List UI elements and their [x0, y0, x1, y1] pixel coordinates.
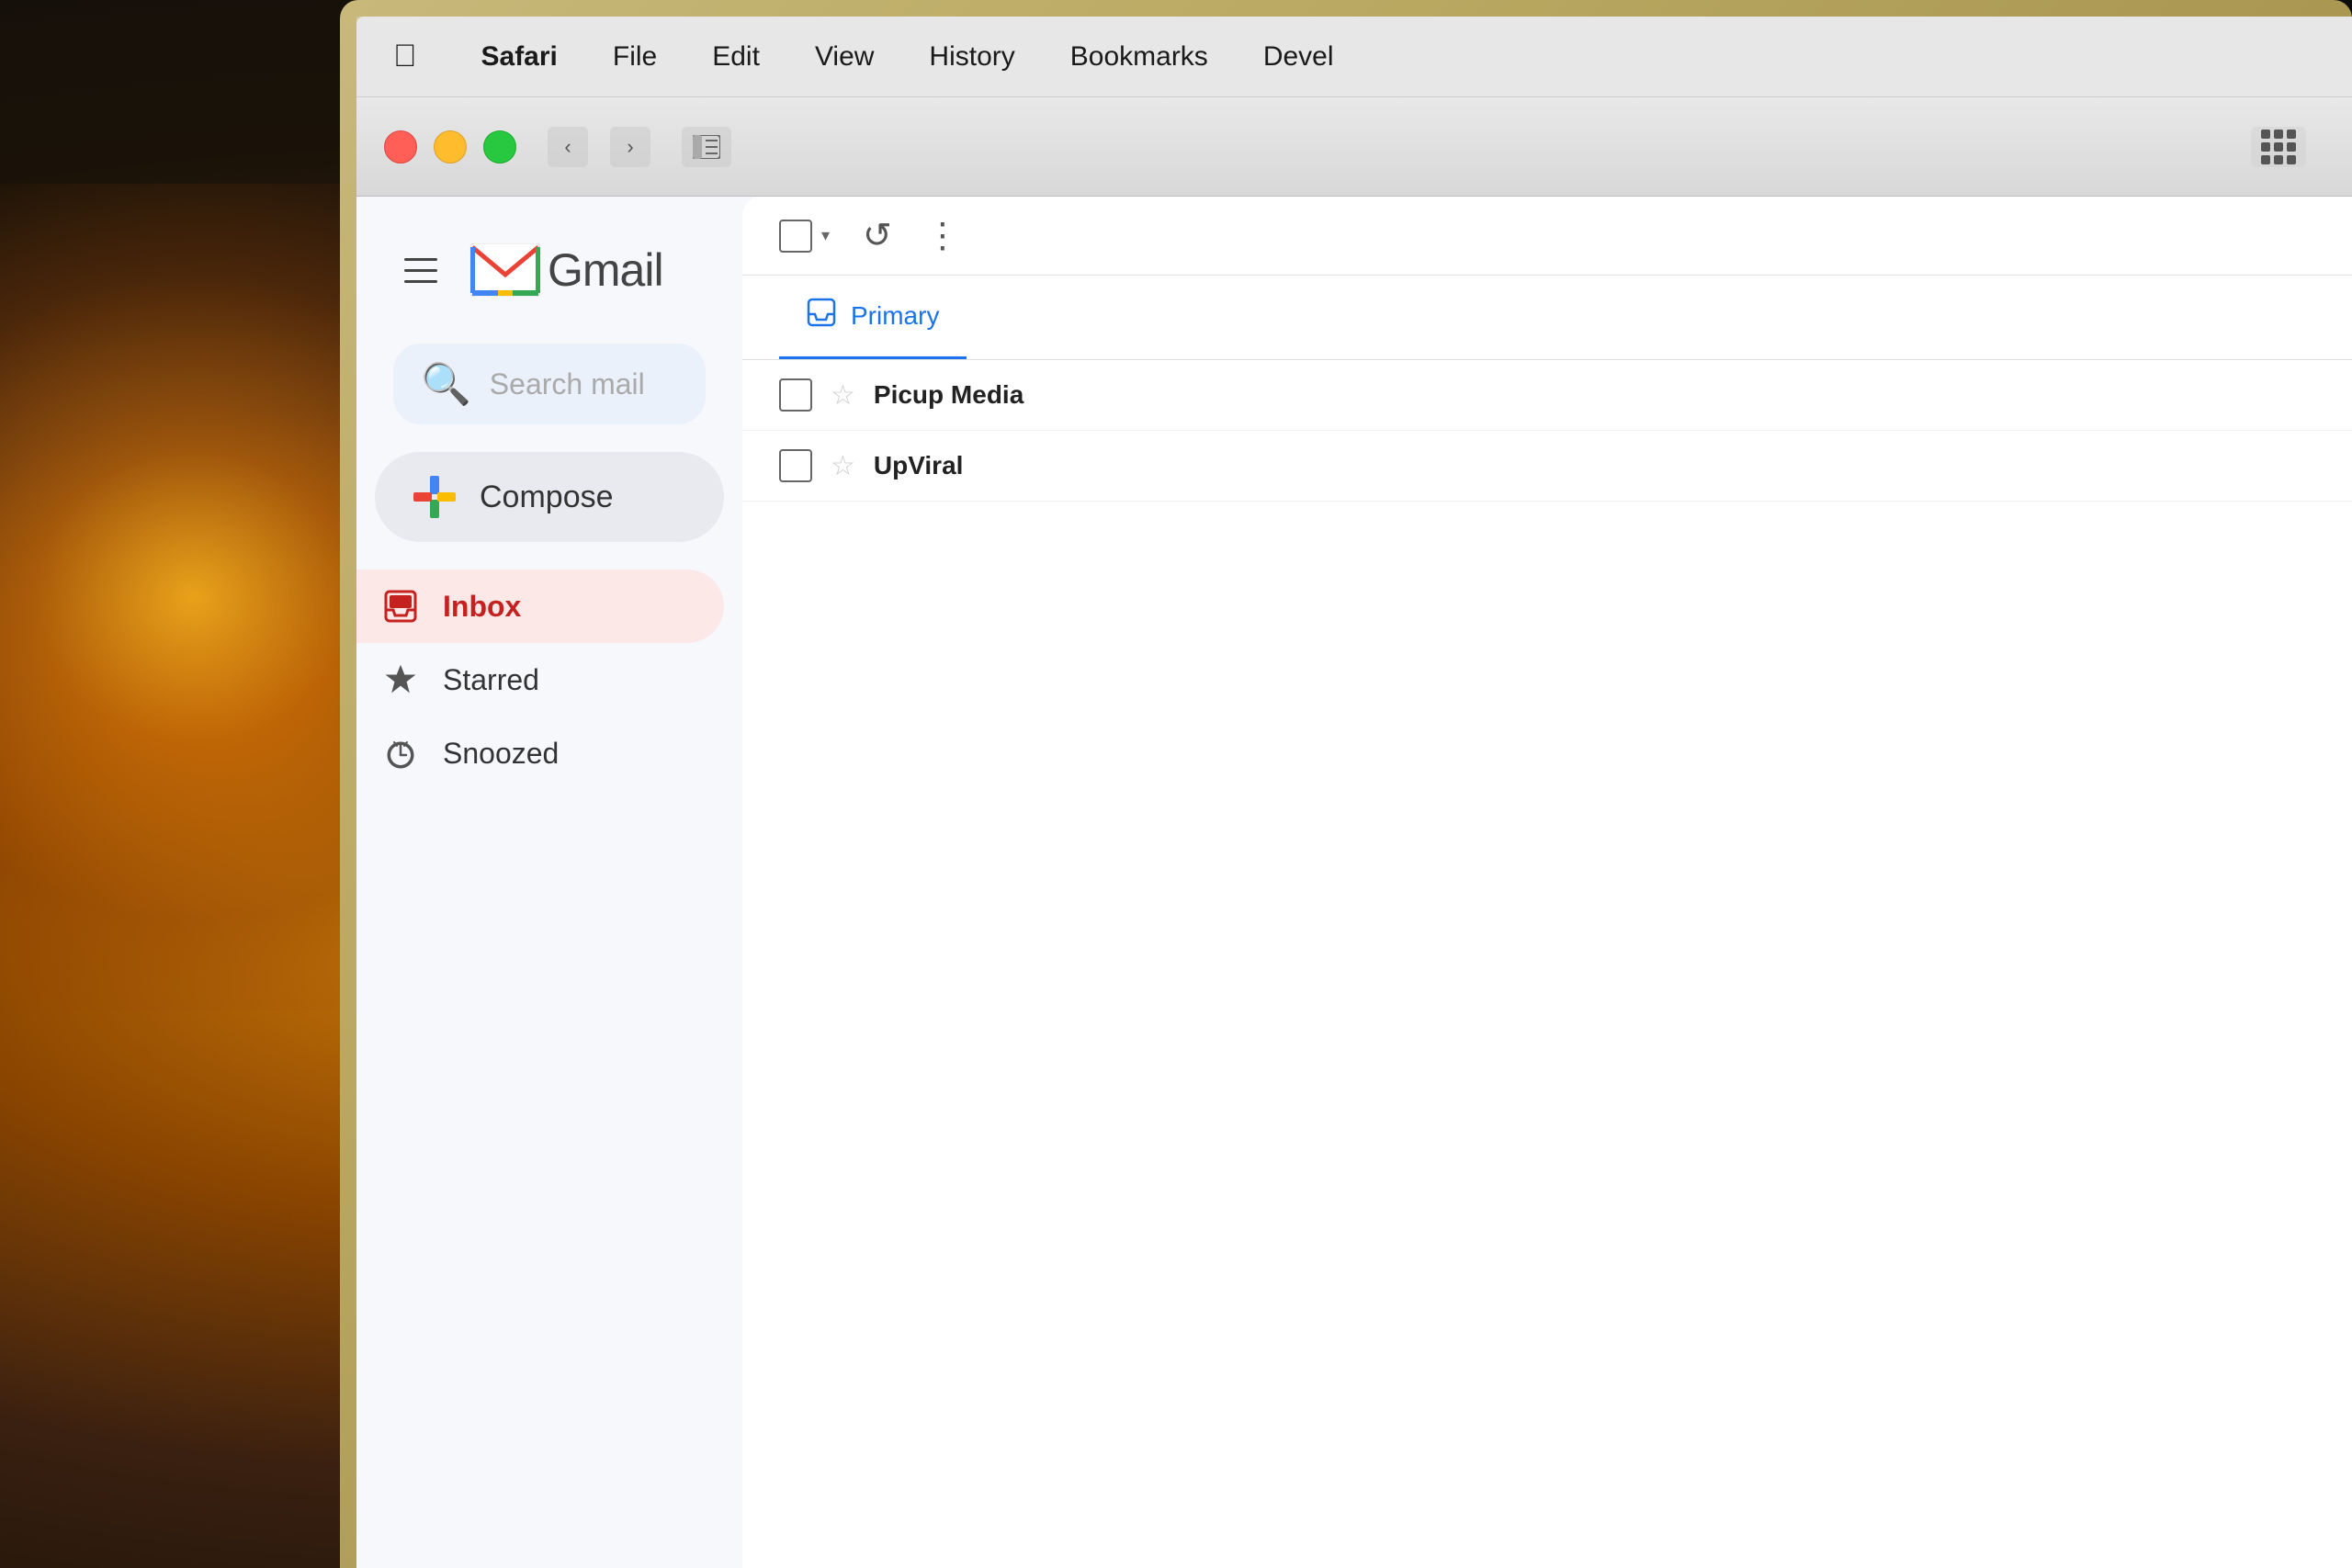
snoozed-label: Snoozed [443, 737, 559, 771]
sender-name-1: Picup Media [874, 380, 1057, 410]
menubar-bookmarks[interactable]: Bookmarks [1070, 41, 1208, 73]
apps-button[interactable] [2251, 127, 2306, 167]
gmail-logo: Gmail [470, 243, 663, 297]
menubar-develop[interactable]: Devel [1263, 41, 1334, 73]
email-checkbox-2[interactable] [779, 449, 812, 482]
email-star-2[interactable]: ☆ [831, 450, 855, 482]
forward-icon: › [627, 135, 633, 159]
back-icon: ‹ [564, 135, 571, 159]
email-row-1[interactable]: ☆ Picup Media [742, 360, 2352, 431]
email-list: ☆ Picup Media ☆ UpViral [742, 360, 2352, 1568]
sidebar-toggle-button[interactable] [682, 127, 731, 167]
nav-item-starred[interactable]: Starred [356, 643, 724, 716]
inbox-icon [380, 586, 421, 626]
back-button[interactable]: ‹ [548, 127, 588, 167]
email-star-1[interactable]: ☆ [831, 379, 855, 412]
search-container[interactable]: 🔍 Search mail [393, 344, 706, 424]
compose-colorful-plus [413, 476, 456, 518]
close-button[interactable] [384, 130, 417, 164]
compose-button[interactable]: Compose [375, 452, 724, 542]
snoozed-icon [380, 733, 421, 773]
more-actions-button[interactable]: ⋮ [925, 215, 962, 256]
gmail-main: ▾ ↻ ⋮ [742, 197, 2352, 1568]
email-tabs: Primary [742, 276, 2352, 360]
gmail-sidebar: Gmail 🔍 Search mail [356, 197, 742, 1568]
screen:  Safari File Edit View History Bookmark… [356, 17, 2352, 1568]
menubar-history[interactable]: History [929, 41, 1014, 73]
gmail-text-label: Gmail [548, 243, 663, 297]
gmail-toolbar: ▾ ↻ ⋮ [742, 197, 2352, 276]
select-dropdown-icon[interactable]: ▾ [821, 226, 830, 245]
menubar-safari[interactable]: Safari [481, 41, 558, 73]
hamburger-line-3 [404, 280, 437, 283]
menubar-file[interactable]: File [613, 41, 657, 73]
gmail-header: Gmail [356, 224, 742, 325]
compose-plus-icon [412, 474, 458, 520]
fullscreen-button[interactable] [483, 130, 516, 164]
select-all-checkbox[interactable] [779, 220, 812, 253]
hamburger-line-2 [404, 269, 437, 272]
starred-label: Starred [443, 663, 539, 697]
hamburger-menu-button[interactable] [393, 243, 448, 298]
gmail-app: Gmail 🔍 Search mail [356, 197, 2352, 1568]
forward-button[interactable]: › [610, 127, 650, 167]
nav-item-inbox[interactable]: Inbox [356, 570, 724, 643]
grid-icon [2261, 130, 2296, 164]
email-row-2[interactable]: ☆ UpViral [742, 431, 2352, 502]
tab-primary[interactable]: Primary [779, 276, 967, 359]
primary-tab-icon [807, 298, 836, 334]
compose-label: Compose [480, 479, 614, 515]
sender-name-2: UpViral [874, 451, 1057, 480]
menubar-view[interactable]: View [815, 41, 874, 73]
apple-menu[interactable]:  [393, 39, 417, 74]
minimize-button[interactable] [434, 130, 467, 164]
laptop-body:  Safari File Edit View History Bookmark… [340, 0, 2352, 1568]
hamburger-line-1 [404, 258, 437, 261]
search-area: 🔍 Search mail [356, 325, 742, 443]
nav-item-snoozed[interactable]: Snoozed [356, 716, 724, 790]
starred-icon [380, 660, 421, 700]
gmail-m-icon [470, 243, 540, 297]
menubar-edit[interactable]: Edit [712, 41, 760, 73]
browser-toolbar: ‹ › [356, 97, 2352, 197]
refresh-button[interactable]: ↻ [863, 215, 892, 256]
sidebar-toggle-icon [693, 135, 720, 159]
menubar:  Safari File Edit View History Bookmark… [356, 17, 2352, 97]
search-placeholder-text: Search mail [490, 367, 645, 401]
primary-tab-label: Primary [851, 301, 939, 331]
email-checkbox-1[interactable] [779, 378, 812, 412]
search-icon: 🔍 [421, 360, 471, 408]
laptop-bezel:  Safari File Edit View History Bookmark… [340, 0, 2352, 1568]
inbox-label: Inbox [443, 590, 521, 624]
select-all-area: ▾ [779, 220, 830, 253]
traffic-lights [384, 130, 516, 164]
